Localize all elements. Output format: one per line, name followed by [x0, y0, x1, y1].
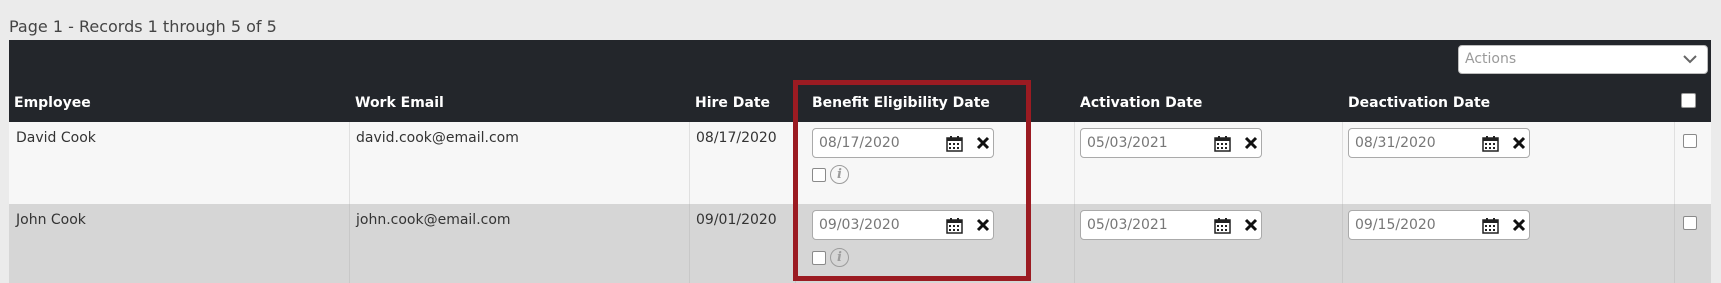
benefit-eligibility-date-field[interactable]: 09/03/2020	[812, 210, 994, 240]
row-select-checkbox[interactable]	[1683, 134, 1697, 148]
column-header-benefit-eligibility-date[interactable]: Benefit Eligibility Date	[812, 95, 990, 111]
table-row: David Cook david.cook@email.com 08/17/20…	[9, 122, 1711, 204]
employee-name: John Cook	[16, 212, 86, 228]
date-value: 08/31/2020	[1355, 135, 1436, 151]
info-icon[interactable]: i	[830, 165, 849, 184]
calendar-icon[interactable]	[1482, 217, 1499, 234]
benefit-eligibility-checkbox[interactable]	[812, 168, 826, 182]
actions-dropdown[interactable]: Actions	[1458, 45, 1708, 74]
row-select-checkbox[interactable]	[1683, 216, 1697, 230]
work-email: david.cook@email.com	[356, 130, 519, 146]
calendar-icon[interactable]	[1214, 217, 1231, 234]
deactivation-date-field[interactable]: 08/31/2020	[1348, 128, 1530, 158]
column-header-activation-date[interactable]: Activation Date	[1080, 95, 1202, 111]
work-email: john.cook@email.com	[356, 212, 511, 228]
activation-date-field[interactable]: 05/03/2021	[1080, 128, 1262, 158]
benefit-eligibility-date-field[interactable]: 08/17/2020	[812, 128, 994, 158]
page-info: Page 1 - Records 1 through 5 of 5	[9, 17, 277, 36]
activation-date-field[interactable]: 05/03/2021	[1080, 210, 1262, 240]
info-icon[interactable]: i	[830, 248, 849, 267]
select-all-checkbox[interactable]	[1681, 93, 1696, 108]
calendar-icon[interactable]	[946, 217, 963, 234]
date-value: 08/17/2020	[819, 135, 900, 151]
column-header-hire-date[interactable]: Hire Date	[695, 95, 770, 111]
benefit-eligibility-checkbox[interactable]	[812, 251, 826, 265]
column-header-deactivation-date[interactable]: Deactivation Date	[1348, 95, 1490, 111]
calendar-icon[interactable]	[1214, 135, 1231, 152]
employee-name: David Cook	[16, 130, 96, 146]
column-header-employee[interactable]: Employee	[14, 95, 91, 111]
clear-icon[interactable]	[976, 218, 990, 232]
actions-label: Actions	[1465, 51, 1517, 67]
clear-icon[interactable]	[976, 136, 990, 150]
deactivation-date-field[interactable]: 09/15/2020	[1348, 210, 1530, 240]
calendar-icon[interactable]	[1482, 135, 1499, 152]
table-row: John Cook john.cook@email.com 09/01/2020…	[9, 204, 1711, 283]
date-value: 09/03/2020	[819, 217, 900, 233]
date-value: 09/15/2020	[1355, 217, 1436, 233]
clear-icon[interactable]	[1244, 136, 1258, 150]
calendar-icon[interactable]	[946, 135, 963, 152]
clear-icon[interactable]	[1244, 218, 1258, 232]
hire-date: 08/17/2020	[696, 130, 777, 146]
date-value: 05/03/2021	[1087, 135, 1168, 151]
clear-icon[interactable]	[1512, 218, 1526, 232]
clear-icon[interactable]	[1512, 136, 1526, 150]
chevron-down-icon	[1683, 55, 1697, 64]
column-header-work-email[interactable]: Work Email	[355, 95, 444, 111]
hire-date: 09/01/2020	[696, 212, 777, 228]
date-value: 05/03/2021	[1087, 217, 1168, 233]
